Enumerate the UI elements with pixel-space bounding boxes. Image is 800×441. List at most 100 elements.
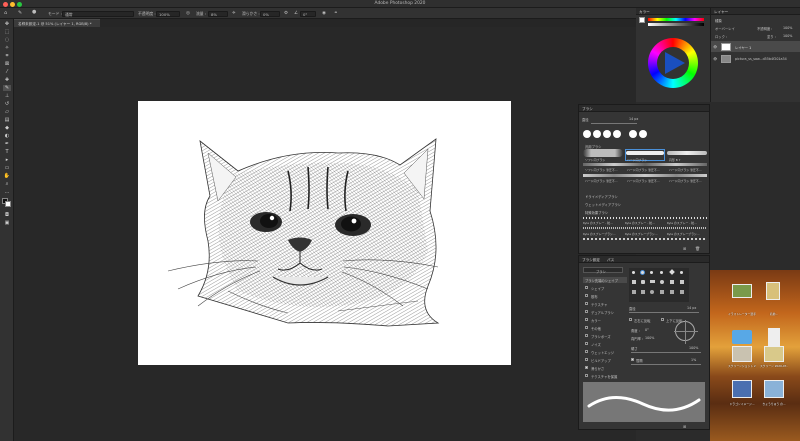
shape-tool-icon[interactable]: ▭ [3, 165, 11, 171]
desktop-icon-image[interactable] [764, 380, 784, 398]
option-build-up[interactable]: ビルドアップ [591, 358, 611, 363]
quick-mask-icon[interactable]: ◘ [3, 212, 11, 218]
visibility-eye-icon[interactable]: 👁 [713, 57, 717, 61]
hand-tool-icon[interactable]: ✋ [3, 173, 11, 179]
brush-recent-3[interactable] [603, 130, 611, 138]
background-color-swatch[interactable] [5, 201, 11, 207]
option-smoothing[interactable]: 滑らかさ [591, 366, 604, 371]
folder-icon[interactable] [732, 330, 752, 344]
color-triangle-icon[interactable] [648, 38, 698, 88]
zoom-tool-icon[interactable]: ⌕ [3, 181, 11, 187]
hue-slider[interactable] [648, 18, 704, 21]
option-dual-brush[interactable]: デュアルブラシ [591, 310, 614, 315]
brush-group-dry[interactable]: ドライメディアブラシ [585, 194, 618, 199]
blend-mode-select[interactable]: オーバーレイ [715, 26, 735, 31]
spacing-checkbox[interactable]: 間隔 [636, 358, 643, 363]
brush-tool-preset-icon[interactable]: ✎ [18, 10, 22, 16]
desktop-icon-label[interactable]: 名前... [760, 312, 788, 316]
brush-preset-label[interactable]: 円形 B 7 [669, 158, 680, 162]
tab-brush-settings[interactable]: ブラシ設定 [582, 258, 600, 263]
option-wet-edges[interactable]: ウェットエッジ [591, 350, 614, 355]
desktop-icon-image[interactable] [766, 282, 780, 300]
option-shape[interactable]: シェイプ [591, 286, 604, 291]
brush-group-wet[interactable]: ウェットメディアブラシ [585, 202, 621, 207]
brush-preset-label[interactable]: Kyle のスプレー - 粒... [625, 221, 655, 225]
symmetry-icon[interactable]: ⚭ [334, 11, 338, 16]
frame-tool-icon[interactable]: ⊠ [3, 61, 11, 67]
brush-size-icon[interactable]: ● [32, 9, 36, 15]
layer-row[interactable]: 👁 レイヤー 1 [711, 41, 800, 52]
history-brush-tool-icon[interactable]: ↺ [3, 101, 11, 107]
hardness-slider[interactable] [631, 352, 701, 353]
fill-value[interactable]: 100% [783, 34, 792, 38]
crop-tool-icon[interactable]: ⌗ [3, 53, 11, 59]
color-foreground-swatch[interactable] [639, 17, 645, 23]
brush-tip-grid[interactable] [629, 268, 689, 302]
brush-preset-label[interactable]: Kyle のスプレー - 粒... [667, 221, 697, 225]
option-brush-pose[interactable]: ブラシポーズ [591, 334, 611, 339]
brush-recent-1[interactable] [583, 130, 591, 138]
tip-size-value[interactable]: 14 px [687, 306, 696, 310]
pressure-size-icon[interactable]: ◉ [322, 11, 326, 16]
option-other[interactable]: その他 [591, 326, 601, 331]
option-noise[interactable]: ノイズ [591, 342, 601, 347]
layer-row[interactable]: 👁 pictura_ss_saw...d55b4f201a34 [711, 53, 800, 64]
option-color[interactable]: カラー [591, 318, 601, 323]
pen-tool-icon[interactable]: ✒ [3, 141, 11, 147]
flip-x-checkbox[interactable]: 左右に反転 [634, 318, 650, 323]
brush-preset-label[interactable]: ハード円ブラシ 筆圧不... [669, 168, 702, 172]
desktop-icon-image[interactable] [732, 346, 752, 362]
brush-recent-6[interactable] [639, 130, 647, 138]
brush-recent-5[interactable] [629, 130, 637, 138]
brush-recent-4[interactable] [613, 130, 621, 138]
mode-select[interactable]: 通常 [62, 10, 134, 17]
desktop-icon-label[interactable]: イラストレーター選手... [728, 312, 756, 316]
desktop-icon-label[interactable]: スクリーン 2020-07... [760, 364, 788, 368]
path-select-tool-icon[interactable]: ▸ [3, 157, 11, 163]
brush-preset-label[interactable]: Kyle のスプレーブラシ... [583, 232, 616, 236]
dodge-tool-icon[interactable]: ◐ [3, 133, 11, 139]
brush-preset-label[interactable]: ハード円ブラシ 筆圧不... [627, 168, 660, 172]
brush-preset-label[interactable]: Kyle のスプレーブラシ... [625, 232, 658, 236]
eyedropper-tool-icon[interactable]: ⁄ [3, 69, 11, 75]
eraser-tool-icon[interactable]: ▱ [3, 109, 11, 115]
brightness-slider[interactable] [648, 23, 704, 26]
angle-roundness-widget[interactable] [674, 320, 698, 344]
color-wheel[interactable] [648, 38, 698, 88]
blur-tool-icon[interactable]: ◆ [3, 125, 11, 131]
opacity-field[interactable]: 100% [156, 10, 180, 17]
hardness-value[interactable]: 100% [689, 346, 698, 350]
gear-icon[interactable]: ⚙ [284, 11, 288, 16]
brush-group-special[interactable]: 特殊効果ブラシ [585, 210, 608, 215]
brush-recent-2[interactable] [593, 130, 601, 138]
airbrush-icon[interactable]: ✈ [232, 11, 236, 16]
angle-field[interactable]: 0° [300, 10, 316, 17]
desktop-icon-label[interactable]: スクリーンショット 2020... [728, 364, 756, 368]
type-tool-icon[interactable]: T [3, 149, 11, 155]
marquee-tool-icon[interactable]: ⬚ [3, 29, 11, 35]
brush-size-slider[interactable] [591, 123, 637, 124]
document-icon[interactable] [768, 328, 780, 346]
visibility-eye-icon[interactable]: 👁 [713, 45, 717, 49]
more-tools-icon[interactable]: … [3, 189, 11, 195]
quick-select-tool-icon[interactable]: ✧ [3, 45, 11, 51]
document-tab[interactable]: 名称未設定-1 @ 51% (レイヤー 1, RGB/8) * [14, 19, 100, 27]
trash-icon[interactable]: 🗑 [695, 246, 700, 251]
brush-preset-label[interactable]: Kyle のスプレー - 粒... [583, 221, 613, 225]
brush-preset-label[interactable]: ハード円ブラシ 筆圧不... [585, 179, 618, 183]
screen-mode-icon[interactable]: ▣ [3, 220, 11, 226]
image-canvas[interactable] [138, 101, 511, 365]
brush-size-value[interactable]: 14 px [629, 117, 638, 121]
spacing-value[interactable]: 1% [691, 358, 696, 362]
layer-kind-filter[interactable]: 種類 [715, 18, 722, 23]
desktop-icon-image[interactable] [732, 380, 752, 398]
option-tip-shape[interactable]: ブラシ先端のシェイプ [585, 278, 618, 283]
layer-opacity-value[interactable]: 100% [783, 26, 792, 30]
gradient-tool-icon[interactable]: ▤ [3, 117, 11, 123]
brush-preset-label[interactable]: ソフト円ブラシ [585, 158, 605, 162]
flow-field[interactable]: 8% [208, 10, 228, 17]
angle-value[interactable]: 0° [645, 328, 649, 332]
desktop-icon-label[interactable]: きょうりゅう の... [760, 402, 788, 406]
brush-preset-label[interactable]: Kyle のスプレーブラシ... [667, 232, 700, 236]
desktop-icon-image[interactable] [732, 284, 752, 298]
